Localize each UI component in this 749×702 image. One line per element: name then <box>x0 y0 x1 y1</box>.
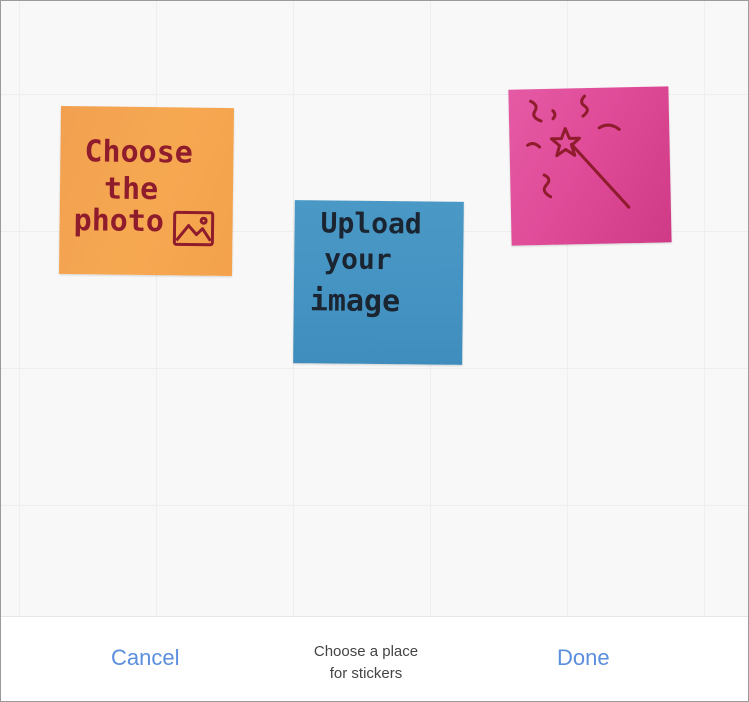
bottom-action-bar: Cancel Choose a place for stickers Done <box>1 616 748 701</box>
sticker-upload-line2: your <box>324 242 392 276</box>
sticker-upload-line3: image <box>310 283 401 319</box>
sticker-photo-line2: the <box>104 171 159 207</box>
sticker-upload-image-art: Upload your image <box>310 206 422 319</box>
sticker-magic-wand[interactable] <box>508 86 672 246</box>
magic-wand-icon <box>526 94 631 209</box>
sticker-photo-line1: Choose <box>84 134 193 170</box>
sticker-upload-image[interactable]: Upload your image <box>293 200 464 365</box>
sticker-choose-photo[interactable]: Choose the photo <box>58 105 235 277</box>
cancel-button[interactable]: Cancel <box>111 645 179 671</box>
sticker-upload-line1: Upload <box>320 206 421 240</box>
sticker-placement-dialog: Choose the photo Upload your image Cance… <box>0 0 749 702</box>
placement-hint: Choose a place for stickers <box>266 641 466 685</box>
image-icon <box>172 210 215 247</box>
hint-line2: for stickers <box>329 665 403 682</box>
sticker-canvas[interactable]: Choose the photo Upload your image <box>1 1 748 616</box>
done-button[interactable]: Done <box>557 645 610 671</box>
sticker-choose-photo-art: Choose the photo <box>73 134 215 247</box>
hint-line1: Choose a place <box>313 643 419 660</box>
sticker-photo-line3: photo <box>73 203 164 239</box>
